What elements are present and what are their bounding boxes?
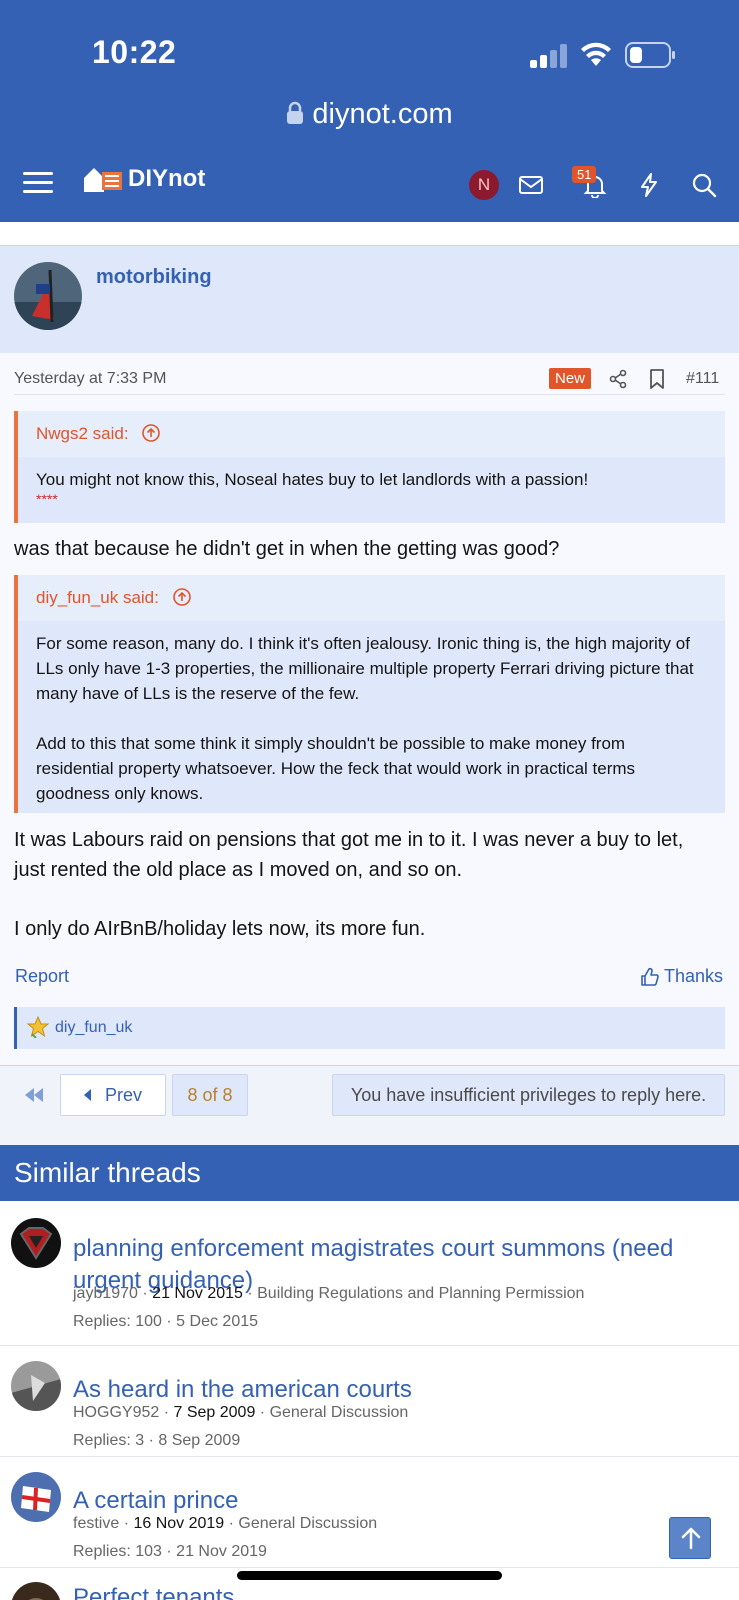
thread-replies: Replies: 3 xyxy=(73,1432,145,1449)
url-text: diynot.com xyxy=(312,98,453,130)
post-paragraph: was that because he didn't get in when t… xyxy=(14,538,560,560)
cellular-signal-icon xyxy=(530,44,567,68)
quote-paragraph: For some reason, many do. I think it's o… xyxy=(36,634,694,703)
thread-stats: Replies: 103 · 21 Nov 2019 xyxy=(73,1543,267,1560)
user-avatar[interactable]: N xyxy=(469,170,499,200)
divider xyxy=(14,394,725,395)
quote-header[interactable]: Nwgs2 said: xyxy=(18,411,725,457)
share-icon[interactable] xyxy=(608,369,628,389)
bookmark-icon[interactable] xyxy=(648,368,666,390)
post-header: motorbiking xyxy=(0,245,739,353)
thread-title[interactable]: Perfect tenants xyxy=(73,1582,713,1600)
battery-icon xyxy=(625,42,675,68)
quote-header[interactable]: diy_fun_uk said: xyxy=(18,575,725,621)
reaction-user[interactable]: diy_fun_uk xyxy=(55,1019,132,1037)
thread-meta: jayb1970 · 21 Nov 2015 · Building Regula… xyxy=(73,1285,585,1302)
thread-author[interactable]: jayb1970 xyxy=(73,1285,138,1302)
arrow-up-circle-icon[interactable] xyxy=(172,587,192,607)
status-time: 10:22 xyxy=(92,34,177,70)
post-date[interactable]: Yesterday at 7:33 PM xyxy=(14,370,166,388)
notification-badge: 51 xyxy=(572,166,597,183)
thread-avatar[interactable] xyxy=(11,1472,61,1522)
thread-date: 21 Nov 2015 xyxy=(152,1285,243,1302)
thread-title[interactable]: A certain prince xyxy=(73,1485,713,1517)
report-link[interactable]: Report xyxy=(15,966,69,987)
quote-author: Nwgs2 said: xyxy=(36,424,129,443)
quote-author: diy_fun_uk said: xyxy=(36,588,159,607)
thread-date: 7 Sep 2009 xyxy=(173,1404,256,1421)
reactions-bar[interactable]: diy_fun_uk xyxy=(14,1007,725,1049)
thread-stats: Replies: 3 · 8 Sep 2009 xyxy=(73,1432,241,1449)
thanks-label: Thanks xyxy=(664,966,724,986)
mail-icon[interactable] xyxy=(518,172,544,198)
thread-replies: Replies: 103 xyxy=(73,1543,162,1560)
post-number[interactable]: #111 xyxy=(686,370,719,388)
thread-avatar[interactable] xyxy=(11,1361,61,1411)
home-indicator[interactable] xyxy=(237,1571,502,1580)
censored-text: **** xyxy=(36,491,58,507)
search-icon[interactable] xyxy=(691,172,717,198)
quote-paragraph: Add to this that some think it simply sh… xyxy=(36,734,636,803)
thread-forum[interactable]: General Discussion xyxy=(238,1515,377,1532)
menu-icon[interactable] xyxy=(22,168,54,198)
list-item[interactable]: As heard in the american courts HOGGY952… xyxy=(0,1346,739,1457)
thanks-button[interactable]: Thanks xyxy=(640,966,723,987)
thread-last-date: 21 Nov 2019 xyxy=(176,1543,267,1560)
arrow-up-circle-icon[interactable] xyxy=(141,423,161,443)
logo-text: DIYnot xyxy=(128,165,206,192)
quote-text: For some reason, many do. I think it's o… xyxy=(18,621,725,806)
thread-author[interactable]: festive xyxy=(73,1515,119,1532)
thread-avatar[interactable] xyxy=(11,1218,61,1268)
quote-paragraph: You might not know this, Noseal hates bu… xyxy=(36,470,589,489)
prev-label: Prev xyxy=(104,1084,142,1105)
star-reaction-icon xyxy=(27,1016,49,1038)
url-bar[interactable]: diynot.com xyxy=(0,98,739,131)
quote-block: diy_fun_uk said: For some reason, many d… xyxy=(14,575,725,813)
thread-meta: HOGGY952 · 7 Sep 2009 · General Discussi… xyxy=(73,1404,409,1421)
list-item[interactable]: planning enforcement magistrates court s… xyxy=(0,1201,739,1346)
thread-author[interactable]: HOGGY952 xyxy=(73,1404,159,1421)
new-badge: New xyxy=(549,368,592,389)
thread-meta: festive · 16 Nov 2019 · General Discussi… xyxy=(73,1515,378,1532)
thread-title[interactable]: As heard in the american courts xyxy=(73,1374,713,1406)
thread-replies: Replies: 100 xyxy=(73,1313,162,1330)
page-selector[interactable]: 8 of 8 xyxy=(172,1074,248,1116)
caret-left-icon xyxy=(83,1089,91,1101)
browser-chrome: 10:22 diynot.com DIYnot N 51 xyxy=(0,0,739,222)
quote-block: Nwgs2 said: You might not know this, Nos… xyxy=(14,411,725,523)
first-page-icon[interactable] xyxy=(22,1083,46,1107)
prev-page-button[interactable]: Prev xyxy=(60,1074,166,1116)
thread-forum[interactable]: Building Regulations and Planning Permis… xyxy=(257,1285,584,1302)
similar-threads-heading: Similar threads xyxy=(0,1145,739,1201)
thread-last-date: 5 Dec 2015 xyxy=(176,1313,259,1330)
list-item[interactable]: A certain prince festive · 16 Nov 2019 ·… xyxy=(0,1457,739,1568)
bolt-icon[interactable] xyxy=(636,172,662,198)
scroll-to-top-button[interactable] xyxy=(669,1517,711,1559)
house-logo-icon xyxy=(84,168,122,192)
site-logo[interactable]: DIYnot xyxy=(82,164,205,194)
site-nav: DIYnot N 51 xyxy=(0,160,739,222)
wifi-icon xyxy=(581,42,611,66)
lock-icon xyxy=(287,101,304,124)
post-avatar[interactable] xyxy=(14,262,82,330)
post-username[interactable]: motorbiking xyxy=(96,266,212,289)
thread-avatar[interactable] xyxy=(11,1582,61,1600)
thumbs-up-icon xyxy=(641,967,659,986)
arrow-up-icon xyxy=(681,1527,701,1550)
thread-forum[interactable]: General Discussion xyxy=(270,1404,409,1421)
post-paragraph: It was Labours raid on pensions that got… xyxy=(14,829,684,881)
thread-last-date: 8 Sep 2009 xyxy=(158,1432,241,1449)
quote-text: You might not know this, Noseal hates bu… xyxy=(18,457,725,506)
thread-date: 16 Nov 2019 xyxy=(133,1515,225,1532)
thread-stats: Replies: 100 · 5 Dec 2015 xyxy=(73,1313,259,1330)
no-reply-notice: You have insufficient privileges to repl… xyxy=(332,1074,725,1116)
post-paragraph: I only do AIrBnB/holiday lets now, its m… xyxy=(14,918,426,940)
